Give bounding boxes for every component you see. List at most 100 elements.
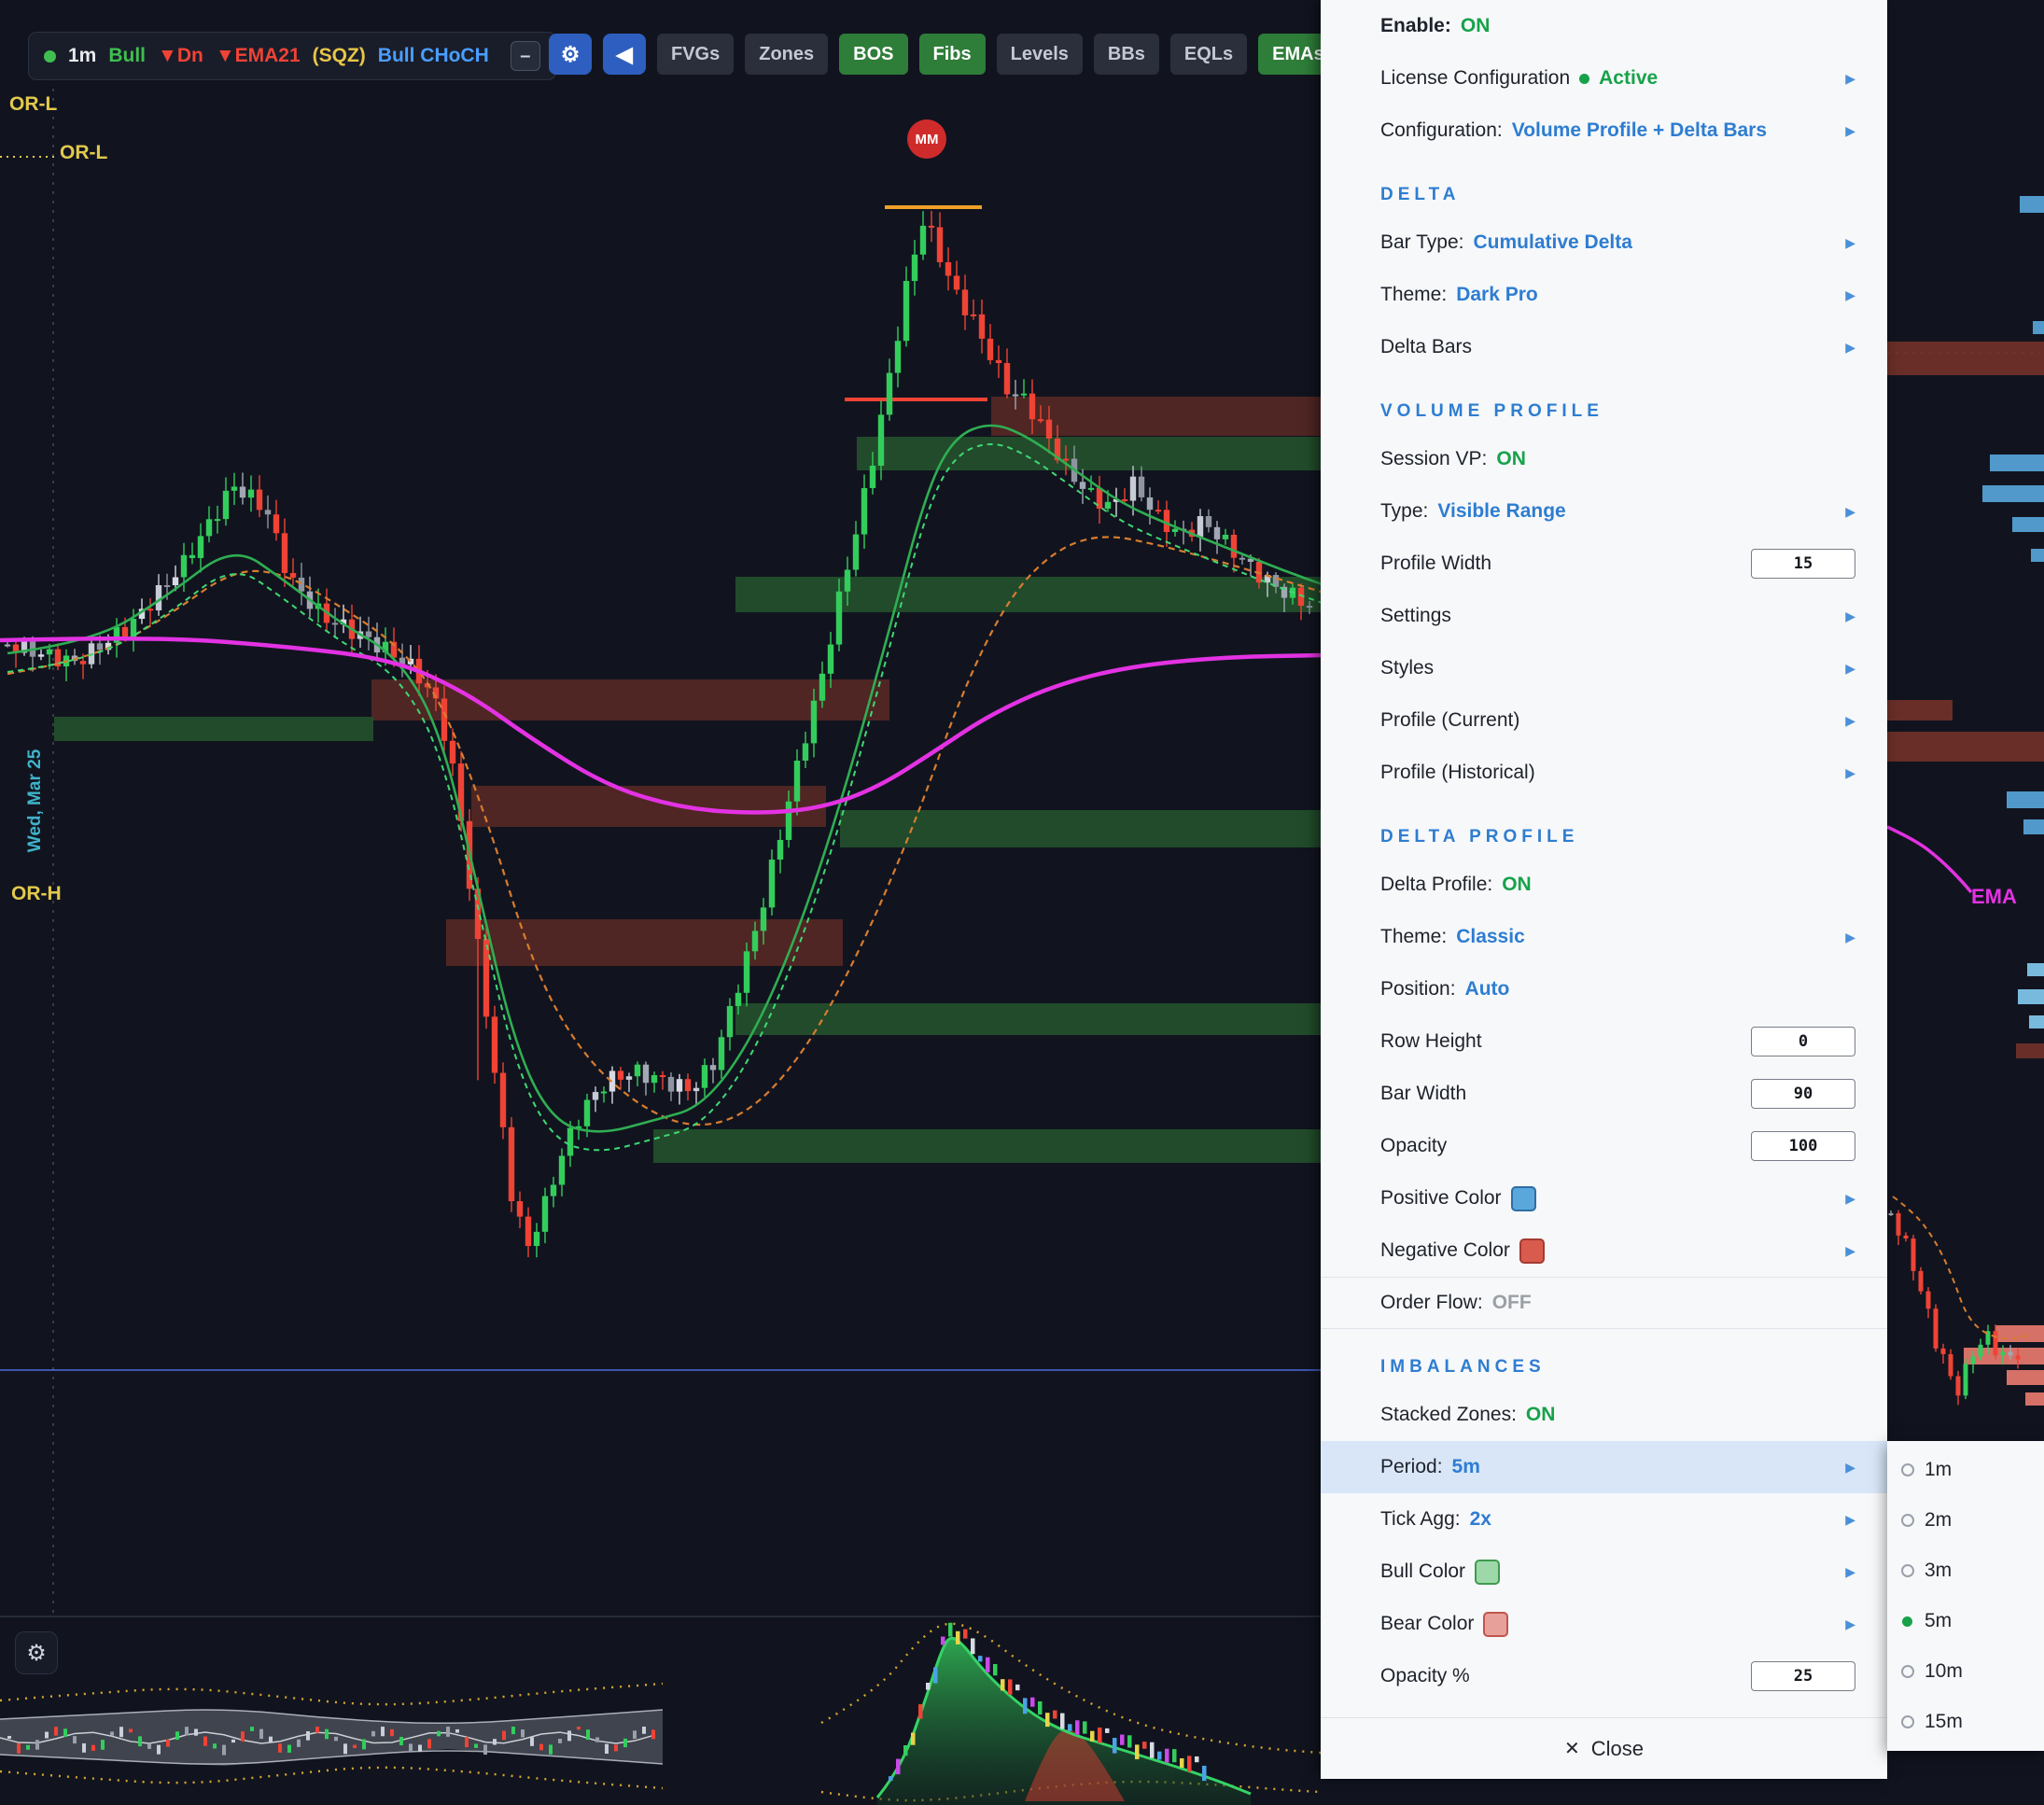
period-option-10m[interactable]: 10m — [1887, 1646, 2044, 1697]
row-vp-type-value: Visible Range — [1437, 500, 1565, 523]
fvgs-button[interactable]: FVGs — [657, 34, 734, 75]
section-volume-profile-text: VOLUME PROFILE — [1380, 401, 1603, 422]
chevron-right-icon: ▶ — [1845, 930, 1855, 945]
chevron-right-icon: ▶ — [1845, 1191, 1855, 1207]
row-opacity[interactable]: Opacity100 — [1321, 1120, 1887, 1172]
gear-icon: ⚙ — [26, 1640, 47, 1667]
row-opacity-input[interactable]: 100 — [1751, 1131, 1855, 1161]
chevron-right-icon: ▶ — [1845, 661, 1855, 677]
row-order-flow-value: OFF — [1492, 1292, 1532, 1314]
row-negative-color-swatch[interactable] — [1519, 1238, 1545, 1264]
row-license[interactable]: License ConfigurationActive▶ — [1321, 52, 1887, 105]
period-option-1m[interactable]: 1m — [1887, 1445, 2044, 1495]
period-option-label: 15m — [1925, 1711, 1963, 1733]
row-stacked-zones[interactable]: Stacked Zones:ON — [1321, 1389, 1887, 1441]
row-bear-color-swatch[interactable] — [1483, 1612, 1508, 1637]
row-styles[interactable]: Styles▶ — [1321, 642, 1887, 694]
row-delta-theme-value: Dark Pro — [1456, 284, 1538, 306]
legend-item: Bull CHoCH — [378, 45, 489, 67]
row-delta-theme[interactable]: Theme:Dark Pro▶ — [1321, 269, 1887, 321]
row-bull-color-swatch[interactable] — [1475, 1560, 1500, 1585]
row-delta-theme-label: Theme: — [1380, 284, 1447, 306]
bbs-button[interactable]: BBs — [1094, 34, 1159, 75]
chevron-right-icon: ▶ — [1845, 340, 1855, 356]
bos-button[interactable]: BOS — [839, 34, 907, 75]
close-button[interactable]: ✕ Close — [1321, 1717, 1887, 1779]
squeeze-oscillator-panel — [0, 1623, 1321, 1805]
row-delta-profile-label: Delta Profile: — [1380, 874, 1492, 896]
settings-gear-button[interactable]: ⚙ — [549, 34, 592, 75]
row-profile-width[interactable]: Profile Width 15 — [1321, 538, 1887, 590]
eqls-button[interactable]: EQLs — [1170, 34, 1247, 75]
period-option-label: 3m — [1925, 1560, 1952, 1582]
row-dp-theme[interactable]: Theme:Classic▶ — [1321, 911, 1887, 963]
chevron-right-icon: ▶ — [1845, 1616, 1855, 1632]
row-delta-bars[interactable]: Delta Bars ▶ — [1321, 321, 1887, 373]
ema-line-label: EMA — [1971, 885, 2017, 909]
row-position-label: Position: — [1380, 978, 1456, 1000]
row-position[interactable]: Position:Auto — [1321, 963, 1887, 1015]
row-profile-historical-label: Profile (Historical) — [1380, 762, 1535, 784]
row-bar-width-input[interactable]: 90 — [1751, 1079, 1855, 1109]
period-option-3m[interactable]: 3m — [1887, 1546, 2044, 1596]
indicator-legend[interactable]: 1mBull▼Dn▼EMA21(SQZ)Bull CHoCH – — [28, 32, 556, 80]
period-option-5m[interactable]: 5m — [1887, 1596, 2044, 1646]
row-delta-bars-label: Delta Bars — [1380, 336, 1472, 358]
row-delta-profile[interactable]: Delta Profile:ON — [1321, 859, 1887, 911]
radio-icon — [1901, 1463, 1914, 1476]
row-session-vp-label: Session VP: — [1380, 448, 1487, 470]
row-profile-width-label: Profile Width — [1380, 553, 1491, 575]
zones-button[interactable]: Zones — [745, 34, 828, 75]
row-vp-type[interactable]: Type:Visible Range▶ — [1321, 485, 1887, 538]
row-configuration-value: Volume Profile + Delta Bars — [1512, 119, 1767, 142]
row-period[interactable]: Period:5m▶ — [1321, 1441, 1887, 1493]
row-positive-color-swatch[interactable] — [1511, 1186, 1536, 1211]
lower-panel-gear-button[interactable]: ⚙ — [15, 1631, 58, 1674]
radio-icon — [1901, 1665, 1914, 1678]
legend-item: 1m — [68, 45, 96, 67]
row-bar-type[interactable]: Bar Type:Cumulative Delta▶ — [1321, 217, 1887, 269]
row-profile-width-input[interactable]: 15 — [1751, 549, 1855, 579]
chevron-right-icon: ▶ — [1845, 1512, 1855, 1528]
row-bear-color[interactable]: Bear Color▶ — [1321, 1598, 1887, 1650]
mm-marker-badge[interactable]: MM — [907, 119, 946, 159]
row-opacity-pct[interactable]: Opacity % 25 — [1321, 1650, 1887, 1702]
legend-collapse-button[interactable]: – — [511, 41, 540, 71]
row-settings[interactable]: Settings▶ — [1321, 590, 1887, 642]
back-button[interactable]: ◀ — [603, 34, 646, 75]
row-tick-agg[interactable]: Tick Agg:2x▶ — [1321, 1493, 1887, 1546]
row-period-label: Period: — [1380, 1456, 1443, 1478]
period-option-15m[interactable]: 15m — [1887, 1697, 2044, 1747]
fibs-button[interactable]: Fibs — [919, 34, 986, 75]
chevron-right-icon: ▶ — [1845, 123, 1855, 139]
row-profile-current[interactable]: Profile (Current)▶ — [1321, 694, 1887, 747]
period-option-label: 1m — [1925, 1459, 1952, 1481]
row-order-flow[interactable]: Order Flow: OFF — [1321, 1277, 1887, 1329]
row-profile-current-label: Profile (Current) — [1380, 709, 1519, 732]
row-opacity-pct-input[interactable]: 25 — [1751, 1661, 1855, 1691]
period-option-label: 2m — [1925, 1509, 1952, 1532]
row-order-flow-label: Order Flow: — [1380, 1292, 1483, 1314]
row-enable[interactable]: Enable:ON — [1321, 0, 1887, 52]
row-bull-color[interactable]: Bull Color▶ — [1321, 1546, 1887, 1598]
or-low-label-1: OR-L — [9, 93, 57, 116]
row-row-height-input[interactable]: 0 — [1751, 1027, 1855, 1056]
row-negative-color-label: Negative Color — [1380, 1239, 1510, 1262]
row-session-vp[interactable]: Session VP:ON — [1321, 433, 1887, 485]
row-configuration[interactable]: Configuration:Volume Profile + Delta Bar… — [1321, 105, 1887, 157]
chevron-right-icon: ▶ — [1845, 1460, 1855, 1476]
section-delta-profile: DELTA PROFILE — [1321, 799, 1887, 859]
bull-dot-icon — [44, 50, 56, 63]
row-negative-color[interactable]: Negative Color▶ — [1321, 1224, 1887, 1277]
period-option-2m[interactable]: 2m — [1887, 1495, 2044, 1546]
row-opacity-pct-label: Opacity % — [1380, 1665, 1470, 1687]
radio-icon — [1901, 1514, 1914, 1527]
row-positive-color[interactable]: Positive Color▶ — [1321, 1172, 1887, 1224]
row-bar-width[interactable]: Bar Width90 — [1321, 1068, 1887, 1120]
toolbar-buttons: ⚙◀FVGsZonesBOSFibsLevelsBBsEQLsEMAsSSL — [549, 34, 1414, 75]
chevron-right-icon: ▶ — [1845, 235, 1855, 251]
row-row-height[interactable]: Row Height0 — [1321, 1015, 1887, 1068]
row-stacked-zones-label: Stacked Zones: — [1380, 1404, 1517, 1426]
levels-button[interactable]: Levels — [997, 34, 1083, 75]
row-profile-historical[interactable]: Profile (Historical)▶ — [1321, 747, 1887, 799]
